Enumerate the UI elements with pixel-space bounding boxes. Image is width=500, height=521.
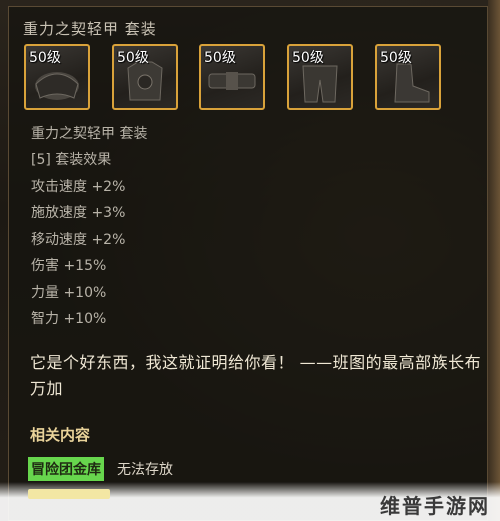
set-bonus-stat: 力量 +10%: [31, 285, 107, 301]
slot-level: 50级: [204, 50, 236, 66]
slot-level: 50级: [292, 50, 324, 66]
watermark: 维普手游网: [380, 494, 490, 518]
related-content-title: 相关内容: [30, 426, 91, 444]
set-bonus-stat: 施放速度 +3%: [31, 205, 126, 221]
set-bonus-stat: 攻击速度 +2%: [31, 179, 126, 195]
flavor-quote: 它是个好东西，我这就证明给你看！ ——班图的最高部族长布万加: [30, 353, 482, 398]
adventure-vault-badge[interactable]: 冒险团金库: [28, 457, 104, 481]
set-bonus-stat: 智力 +10%: [31, 311, 107, 327]
equipment-slot-boots[interactable]: 50级: [375, 44, 441, 110]
set-title: 重力之契轻甲 套装: [23, 20, 157, 38]
yellow-tag: [28, 489, 110, 499]
set-bonus-count: [5] 套装效果: [31, 152, 112, 168]
set-bonus-stat: 移动速度 +2%: [31, 232, 126, 248]
right-edge-decoration: [488, 0, 500, 521]
equipment-slot-legs[interactable]: 50级: [287, 44, 353, 110]
slot-level: 50级: [117, 50, 149, 66]
set-bonus-stat: 伤害 +15%: [31, 258, 107, 274]
slot-level: 50级: [29, 50, 61, 66]
slot-level: 50级: [380, 50, 412, 66]
equipment-slot-chest[interactable]: 50级: [112, 44, 178, 110]
equipment-slot-belt[interactable]: 50级: [199, 44, 265, 110]
storage-note: 无法存放: [117, 462, 173, 478]
equipment-slot-shoulder[interactable]: 50级: [24, 44, 90, 110]
set-bonus-name: 重力之契轻甲 套装: [31, 126, 148, 142]
